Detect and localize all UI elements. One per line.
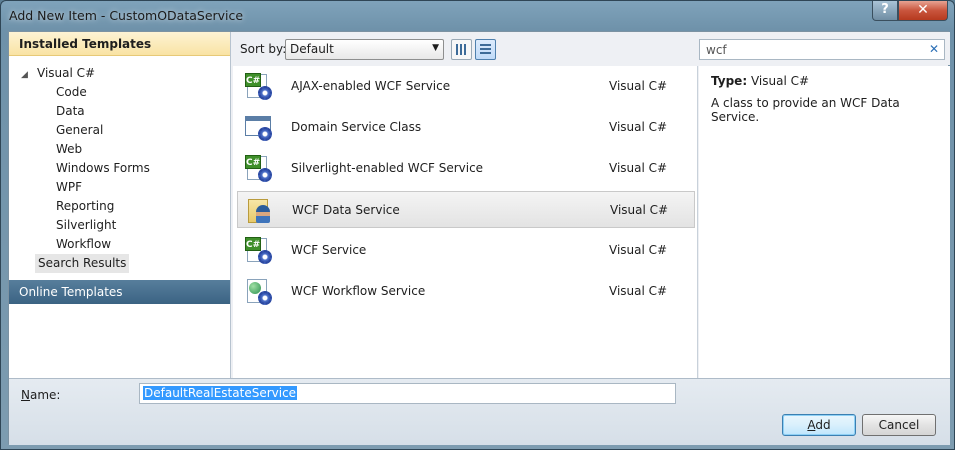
collapse-triangle-icon[interactable]: ◢ xyxy=(21,66,37,85)
name-input-value: DefaultRealEstateService xyxy=(143,386,298,400)
name-label: Name: xyxy=(21,388,60,402)
sort-by-dropdown[interactable]: Default ▼ xyxy=(285,39,444,60)
sort-by-label: Sort by: xyxy=(240,42,287,56)
templates-sidebar: Installed Templates ◢ Visual C# Code Data… xyxy=(9,32,231,378)
template-language: Visual C# xyxy=(609,79,668,93)
template-row-ajax-wcf-service[interactable]: C# AJAX-enabled WCF Service Visual C# xyxy=(237,68,695,105)
tree-item-workflow[interactable]: Workflow xyxy=(56,235,111,254)
window-gear-icon xyxy=(245,114,273,142)
cs-gear-icon: C# xyxy=(245,237,273,265)
type-label: Type: xyxy=(711,74,748,88)
installed-templates-header[interactable]: Installed Templates xyxy=(9,32,230,56)
template-language: Visual C# xyxy=(609,120,668,134)
template-toolbar: Sort by: Default ▼ wcf ✕ xyxy=(232,32,950,65)
template-description: A class to provide an WCF Data Service. xyxy=(711,96,900,124)
help-button[interactable]: ? xyxy=(872,1,898,21)
title-bar[interactable]: Add New Item - CustomODataService ? ✕ xyxy=(1,1,954,31)
template-name: WCF Service xyxy=(291,243,367,257)
name-label-accelerator: N xyxy=(21,388,30,402)
template-row-silverlight-wcf-service[interactable]: C# Silverlight-enabled WCF Service Visua… xyxy=(237,150,695,187)
cs-gear-icon: C# xyxy=(245,155,273,183)
close-button[interactable]: ✕ xyxy=(898,1,948,21)
template-name: Domain Service Class xyxy=(291,120,422,134)
list-view-icon xyxy=(480,44,491,55)
tree-item-reporting[interactable]: Reporting xyxy=(56,197,114,216)
template-row-wcf-service[interactable]: C# WCF Service Visual C# xyxy=(237,232,695,269)
tree-item-wpf[interactable]: WPF xyxy=(56,178,82,197)
add-button[interactable]: Add xyxy=(782,414,856,436)
template-list: C# AJAX-enabled WCF Service Visual C# Do… xyxy=(233,66,698,378)
template-details-pane: Type: Visual C# A class to provide an WC… xyxy=(699,66,950,378)
workflow-gear-icon xyxy=(245,278,273,306)
details-view-button[interactable] xyxy=(475,39,496,60)
sort-by-value: Default xyxy=(290,42,334,56)
cancel-button[interactable]: Cancel xyxy=(862,414,936,436)
tree-item-silverlight[interactable]: Silverlight xyxy=(56,216,116,235)
template-language: Visual C# xyxy=(610,203,669,217)
search-query: wcf xyxy=(706,43,727,57)
template-row-domain-service-class[interactable]: Domain Service Class Visual C# xyxy=(237,109,695,146)
dropdown-arrow-icon: ▼ xyxy=(432,43,439,53)
template-language: Visual C# xyxy=(609,161,668,175)
template-name: WCF Data Service xyxy=(292,203,400,217)
template-row-wcf-data-service[interactable]: WCF Data Service Visual C# xyxy=(237,191,695,228)
template-type: Type: Visual C# xyxy=(711,74,809,88)
online-templates-header[interactable]: Online Templates xyxy=(9,280,230,304)
add-label: dd xyxy=(815,418,831,432)
template-row-wcf-workflow-service[interactable]: WCF Workflow Service Visual C# xyxy=(237,273,695,310)
search-installed-templates-input[interactable]: wcf ✕ xyxy=(699,39,945,60)
tree-root-label: Visual C# xyxy=(37,66,96,80)
tree-item-code[interactable]: Code xyxy=(56,83,87,102)
data-service-icon xyxy=(246,197,274,225)
cs-gear-icon: C# xyxy=(245,73,273,101)
medium-icons-view-button[interactable] xyxy=(451,39,472,60)
template-language: Visual C# xyxy=(609,284,668,298)
template-name: WCF Workflow Service xyxy=(291,284,426,298)
dialog-body: Installed Templates ◢ Visual C# Code Data… xyxy=(8,31,950,445)
clear-search-icon[interactable]: ✕ xyxy=(929,42,939,56)
name-input[interactable]: DefaultRealEstateService xyxy=(139,383,676,404)
template-name: Silverlight-enabled WCF Service xyxy=(291,161,484,175)
add-new-item-dialog: Add New Item - CustomODataService ? ✕ In… xyxy=(0,0,955,450)
name-label-text: ame: xyxy=(29,388,61,402)
tree-root-visual-csharp[interactable]: ◢ Visual C# xyxy=(21,64,95,83)
tree-item-web[interactable]: Web xyxy=(56,140,82,159)
grid-view-icon xyxy=(456,44,467,55)
tree-item-search-results[interactable]: Search Results xyxy=(35,254,130,273)
template-name: AJAX-enabled WCF Service xyxy=(291,79,451,93)
type-value: Visual C# xyxy=(750,74,810,88)
template-language: Visual C# xyxy=(609,243,668,257)
window-title: Add New Item - CustomODataService xyxy=(9,8,244,23)
tree-item-windows-forms[interactable]: Windows Forms xyxy=(56,159,150,178)
tree-item-data[interactable]: Data xyxy=(56,102,85,121)
tree-item-general[interactable]: General xyxy=(56,121,103,140)
dialog-footer: Name: DefaultRealEstateService Add Cance… xyxy=(9,378,950,445)
